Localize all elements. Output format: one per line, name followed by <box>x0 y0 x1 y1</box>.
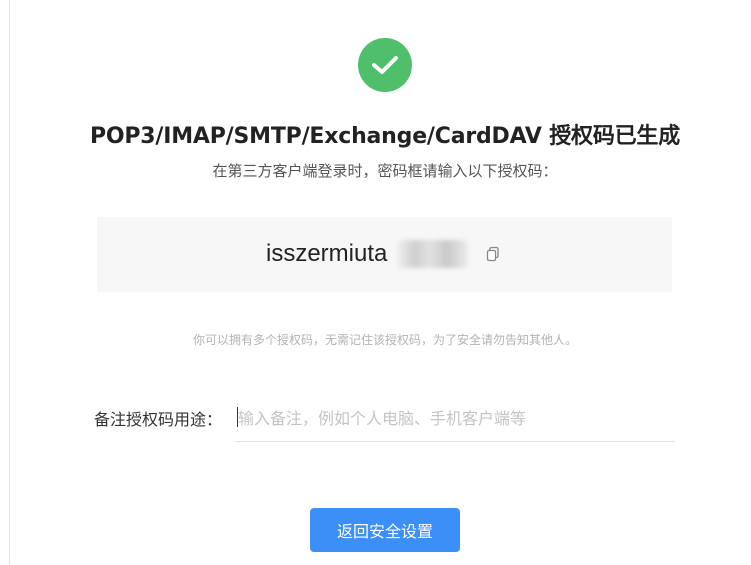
remark-input[interactable] <box>235 396 675 442</box>
page-subtitle: 在第三方客户端登录时，密码框请输入以下授权码： <box>212 162 558 180</box>
checkmark-icon <box>372 56 398 74</box>
security-tip: 你可以拥有多个授权码，无需记住该授权码，为了安全请勿告知其他人。 <box>192 333 577 347</box>
page-title: POP3/IMAP/SMTP/Exchange/CardDAV 授权码已生成 <box>89 124 681 149</box>
auth-code-redacted <box>397 240 469 268</box>
remark-label: 备注授权码用途： <box>94 410 223 429</box>
auth-code-text: isszermiuta <box>266 240 388 267</box>
back-to-security-settings-button[interactable]: 返回安全设置 <box>310 508 460 552</box>
left-divider <box>9 0 10 565</box>
copy-icon[interactable] <box>485 246 501 262</box>
text-caret <box>237 407 238 427</box>
success-icon <box>358 38 412 92</box>
